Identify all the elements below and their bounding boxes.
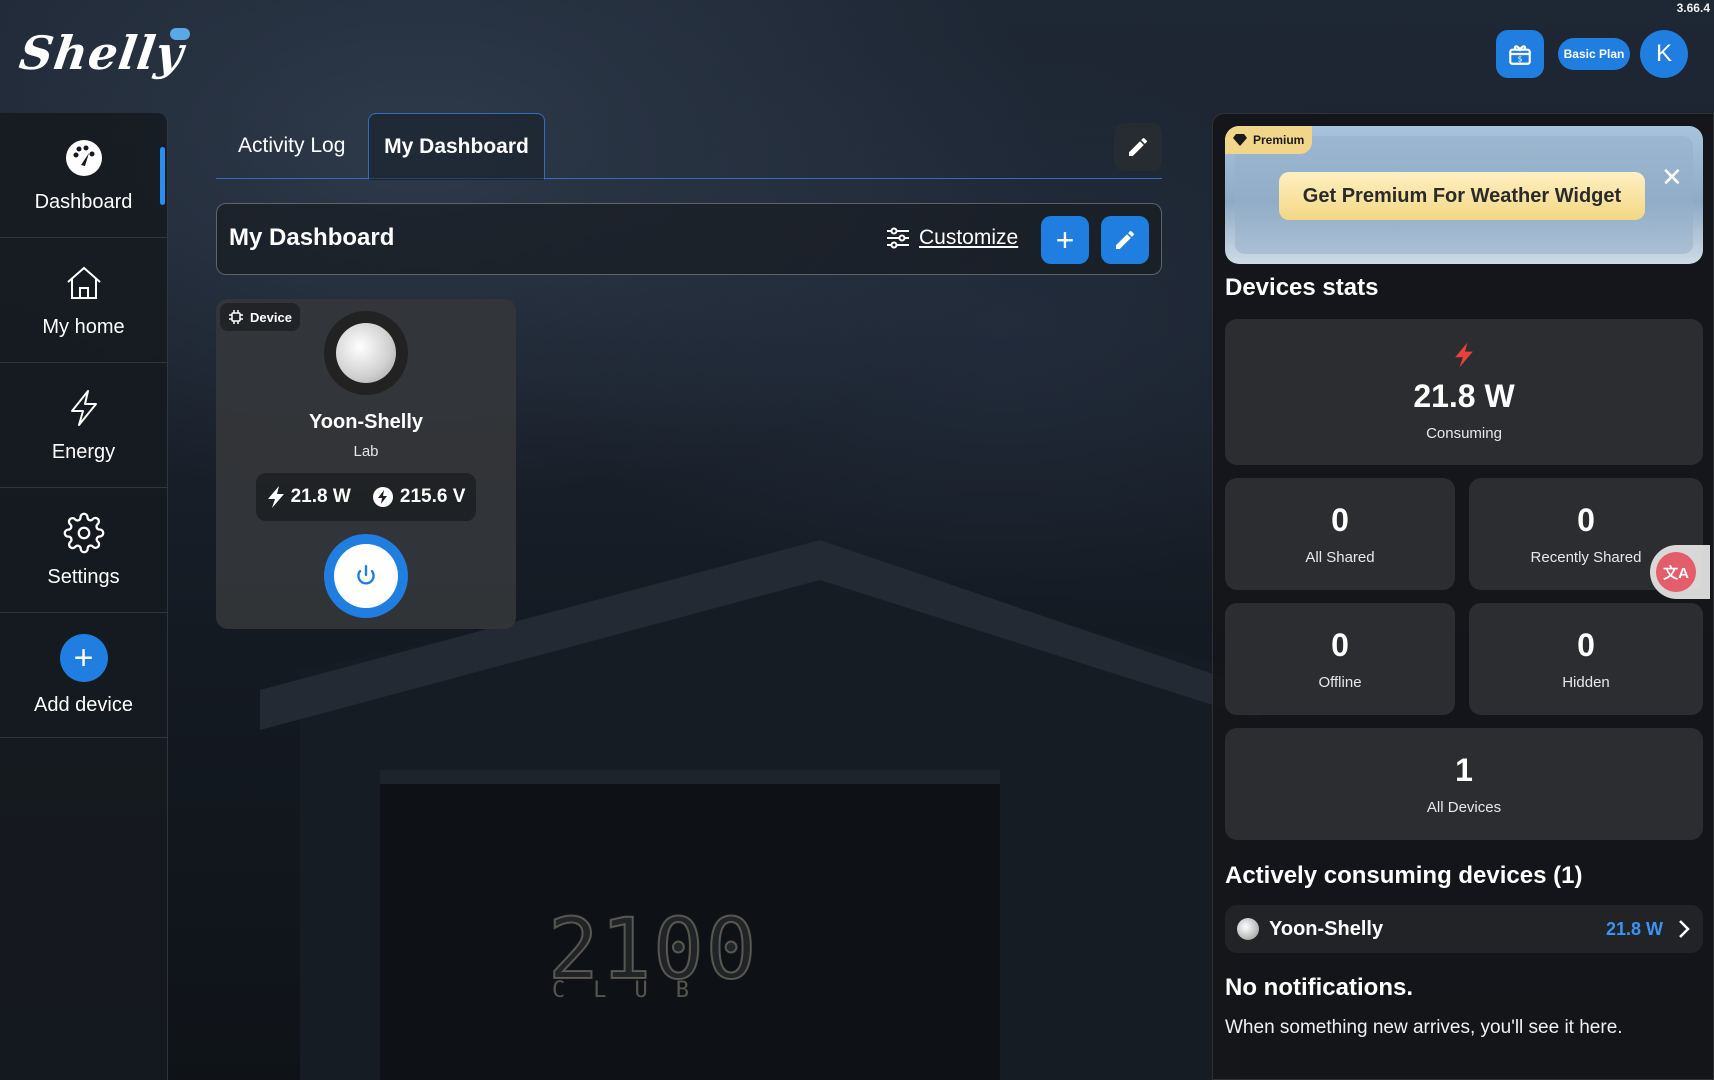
sidebar-item-label: My home — [42, 315, 125, 338]
plus-icon: + — [59, 633, 108, 682]
chip-icon — [229, 310, 243, 324]
devices-stats-title: Devices stats — [1225, 274, 1379, 301]
premium-badge: Premium — [1225, 126, 1313, 154]
pencil-icon — [1129, 137, 1147, 156]
stat-label: Recently Shared — [1530, 549, 1642, 566]
device-room: Lab — [353, 443, 379, 460]
gift-card-button[interactable]: $ — [1496, 30, 1544, 78]
translate-button[interactable]: 文A — [1650, 545, 1710, 599]
gear-icon — [63, 512, 105, 554]
sidebar-item-label: Settings — [47, 565, 120, 588]
get-premium-button[interactable]: Get Premium For Weather Widget — [1279, 172, 1645, 220]
sidebar-item-label: Add device — [34, 693, 133, 716]
smart-plug-icon — [1237, 918, 1259, 940]
power-icon — [357, 565, 375, 585]
stat-all-shared[interactable]: 0 All Shared — [1225, 478, 1455, 590]
active-device-name: Yoon-Shelly — [1269, 917, 1384, 940]
device-image — [324, 311, 408, 395]
stat-value: 21.8 W — [1413, 378, 1515, 414]
stat-offline[interactable]: 0 Offline — [1225, 603, 1455, 715]
stat-value: 0 — [1331, 502, 1349, 538]
logo-cloud-icon — [170, 28, 190, 40]
stat-consuming[interactable]: 21.8 W Consuming — [1225, 319, 1703, 465]
pencil-icon — [1116, 230, 1134, 249]
stat-value: 1 — [1455, 752, 1473, 788]
add-widget-button[interactable]: + — [1041, 216, 1089, 264]
sliders-icon — [887, 227, 909, 249]
stat-all-devices[interactable]: 1 All Devices — [1225, 728, 1703, 840]
user-avatar[interactable]: K — [1640, 30, 1688, 78]
lightning-icon — [1455, 342, 1473, 368]
device-tag-label: Device — [250, 309, 292, 325]
power-reading: 21.8 W — [267, 486, 351, 508]
tab-my-dashboard[interactable]: My Dashboard — [368, 113, 545, 180]
stat-label: All Shared — [1305, 549, 1375, 566]
tab-activity-log[interactable]: Activity Log — [238, 113, 345, 179]
sidebar-item-label: Dashboard — [34, 190, 133, 213]
premium-badge-label: Premium — [1253, 133, 1305, 147]
app-version: 3.66.4 — [1676, 1, 1710, 15]
sidebar-item-label: Energy — [51, 440, 116, 463]
active-device-row[interactable]: Yoon-Shelly 21.8 W — [1225, 905, 1703, 953]
customize-button[interactable]: Customize — [885, 226, 1018, 250]
dashboard-gauge-icon — [63, 137, 105, 179]
gift-dollar-icon: $ — [1509, 45, 1531, 65]
basic-plan-button[interactable]: Basic Plan — [1558, 38, 1630, 70]
active-device-power: 21.8 W — [1605, 918, 1663, 939]
power-value: 21.8 W — [290, 486, 351, 507]
chevron-right-icon — [1679, 920, 1690, 938]
notifications-text: When something new arrives, you'll see i… — [1225, 1017, 1623, 1038]
stat-value: 0 — [1577, 502, 1595, 538]
stat-label: Consuming — [1426, 425, 1502, 442]
edit-tabs-button[interactable] — [1114, 123, 1162, 171]
sidebar-item-energy[interactable]: Energy — [0, 363, 167, 488]
stat-hidden[interactable]: 0 Hidden — [1469, 603, 1703, 715]
voltage-reading: 215.6 V — [372, 486, 466, 508]
dashboard-tabs: Activity Log My Dashboard — [216, 113, 1162, 180]
page-title: My Dashboard — [229, 224, 395, 251]
sidebar-item-my-home[interactable]: My home — [0, 238, 167, 363]
device-card[interactable]: Device Yoon-Shelly Lab 21.8 W 215.6 V — [216, 299, 516, 629]
plus-icon: + — [1055, 222, 1075, 258]
sidebar-item-dashboard[interactable]: Dashboard — [0, 113, 167, 238]
home-icon — [63, 262, 105, 304]
lightning-icon — [63, 387, 105, 429]
stat-value: 0 — [1331, 627, 1349, 663]
logo-text: Shelly — [16, 26, 188, 80]
background-sign-sub: CLUB — [552, 978, 717, 1003]
voltage-value: 215.6 V — [399, 486, 466, 507]
stat-label: All Devices — [1426, 799, 1502, 816]
smart-plug-icon — [336, 323, 396, 383]
voltage-circle-icon — [372, 487, 393, 507]
notifications-title: No notifications. — [1225, 974, 1413, 1001]
lightning-icon — [267, 486, 284, 508]
device-readings: 21.8 W 215.6 V — [256, 473, 476, 521]
device-tag: Device — [220, 303, 300, 331]
translate-icon: 文A — [1656, 552, 1696, 592]
sidebar-item-add-device[interactable]: + Add device — [0, 613, 167, 738]
active-devices-title: Actively consuming devices (1) — [1225, 862, 1583, 889]
close-icon[interactable]: ✕ — [1661, 164, 1683, 190]
device-power-toggle[interactable] — [324, 534, 408, 618]
svg-text:$: $ — [1518, 55, 1523, 64]
edit-dashboard-button[interactable] — [1101, 216, 1149, 264]
sidebar-nav: Dashboard My home Energy Settings + Add … — [0, 113, 168, 1080]
right-panel: Premium Get Premium For Weather Widget ✕… — [1212, 113, 1714, 1080]
shelly-logo[interactable]: Shelly — [16, 26, 190, 82]
stat-label: Offline — [1318, 674, 1362, 691]
premium-promo-banner: Premium Get Premium For Weather Widget ✕ — [1225, 126, 1703, 264]
sidebar-item-settings[interactable]: Settings — [0, 488, 167, 613]
customize-label: Customize — [919, 226, 1019, 249]
dashboard-header-bar: My Dashboard Customize + — [216, 203, 1162, 275]
stat-value: 0 — [1577, 627, 1595, 663]
device-name: Yoon-Shelly — [308, 411, 424, 433]
diamond-icon — [1233, 134, 1247, 146]
stat-label: Hidden — [1562, 674, 1610, 691]
